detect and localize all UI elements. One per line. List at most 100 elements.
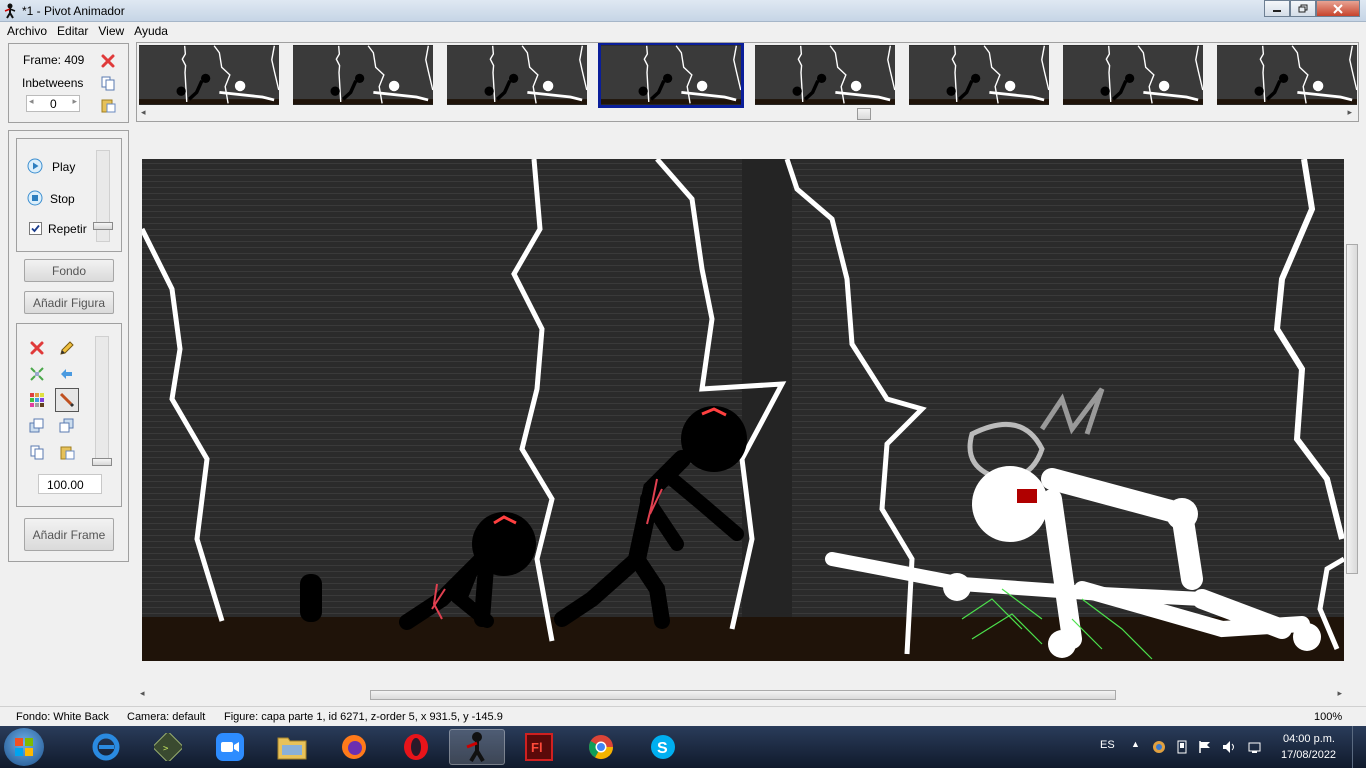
menu-archivo[interactable]: Archivo: [2, 22, 52, 41]
status-zoom: 100%: [1314, 711, 1343, 723]
edit-tool-button[interactable]: [55, 388, 79, 412]
stop-label[interactable]: Stop: [50, 192, 75, 206]
scale-slider-thumb[interactable]: [92, 458, 112, 466]
taskbar-zoom[interactable]: [202, 729, 258, 765]
taskbar-pivot[interactable]: [449, 729, 505, 765]
minimize-icon: [1273, 9, 1281, 12]
status-figure: Figure: capa parte 1, id 6271, z-order 5…: [224, 711, 503, 723]
bring-front-icon[interactable]: [29, 418, 45, 434]
tray-status-icon[interactable]: [1152, 740, 1166, 754]
figure-tools-group: 100.00: [16, 323, 122, 507]
start-button[interactable]: [4, 728, 44, 766]
play-label[interactable]: Play: [52, 160, 75, 174]
taskbar-skype[interactable]: S: [635, 729, 691, 765]
playback-group: Play Stop Repetir: [16, 138, 122, 252]
shrink-arrows-icon[interactable]: [29, 366, 45, 382]
zoom-icon: [216, 733, 244, 761]
paste-frame-icon[interactable]: [100, 97, 116, 113]
spinner-up-icon[interactable]: ▸: [72, 96, 77, 107]
checkmark-icon: [31, 224, 40, 233]
animation-stage[interactable]: [142, 159, 1344, 661]
color-grid-icon[interactable]: [29, 392, 45, 408]
scroll-right-arrow-icon[interactable]: ▸: [1347, 107, 1352, 118]
add-frame-button[interactable]: Añadir Frame: [24, 518, 114, 551]
taskbar-ie[interactable]: [78, 729, 134, 765]
copy-frame-icon[interactable]: [100, 75, 116, 91]
inbetweens-label: Inbetweens: [22, 76, 84, 90]
hscroll-right-arrow-icon[interactable]: ▸: [1337, 688, 1342, 699]
thumb-scrollbar[interactable]: ◂ ▸: [137, 107, 1358, 121]
frame-thumbnail-strip[interactable]: ◂ ▸: [136, 42, 1359, 122]
menu-editar[interactable]: Editar: [52, 22, 93, 41]
pencil-icon[interactable]: [59, 340, 75, 356]
frame-panel: Frame: 409 Inbetweens ◂ 0 ▸: [8, 43, 129, 123]
network-icon[interactable]: [1247, 740, 1263, 754]
gravestone: [300, 574, 322, 622]
firefox-icon: [342, 735, 366, 759]
delete-figure-icon[interactable]: [29, 340, 45, 356]
stop-icon[interactable]: [27, 190, 43, 206]
menu-ayuda[interactable]: Ayuda: [129, 22, 173, 41]
opera-icon: [404, 734, 428, 760]
frame-thumbnail[interactable]: [1063, 45, 1203, 105]
thumbnail-preview: [1217, 45, 1357, 105]
scale-value[interactable]: 100.00: [47, 478, 84, 492]
speed-slider-thumb[interactable]: [93, 222, 113, 230]
maximize-button[interactable]: [1290, 0, 1316, 17]
action-center-flag-icon[interactable]: [1198, 740, 1212, 754]
language-indicator[interactable]: ES: [1100, 739, 1115, 751]
taskbar-app-2[interactable]: >: [140, 729, 196, 765]
send-back-icon[interactable]: [59, 418, 75, 434]
frame-thumbnail[interactable]: [447, 45, 587, 105]
svg-text:S: S: [657, 740, 668, 757]
scale-input[interactable]: 100.00: [38, 474, 102, 494]
frame-thumbnail[interactable]: [1217, 45, 1357, 105]
delete-frame-icon[interactable]: [100, 53, 116, 69]
show-desktop-button[interactable]: [1352, 726, 1366, 768]
inbetweens-value[interactable]: 0: [50, 97, 57, 111]
fondo-button[interactable]: Fondo: [24, 259, 114, 282]
thumbnail-preview: [755, 45, 895, 105]
play-icon[interactable]: [27, 158, 43, 174]
canvas-horizontal-scrollbar[interactable]: ◂ ▸: [136, 688, 1344, 702]
inbetweens-spinner[interactable]: ◂ 0 ▸: [26, 95, 80, 112]
taskbar-firefox[interactable]: [326, 729, 382, 765]
spinner-down-icon[interactable]: ◂: [29, 96, 34, 107]
copy-figure-icon[interactable]: [29, 444, 45, 460]
flip-arrow-icon[interactable]: [59, 366, 75, 382]
taskbar-opera[interactable]: [388, 729, 444, 765]
frame-thumbnail[interactable]: [909, 45, 1049, 105]
clock-date[interactable]: 17/08/2022: [1281, 749, 1336, 761]
repeat-checkbox[interactable]: [29, 222, 42, 235]
tray-expand-icon[interactable]: ▲: [1131, 739, 1140, 749]
clock-time[interactable]: 04:00 p.m.: [1283, 733, 1335, 745]
taskbar-flash[interactable]: Fl: [511, 729, 567, 765]
taskbar-chrome[interactable]: [573, 729, 629, 765]
add-figure-button[interactable]: Añadir Figura: [24, 291, 114, 314]
frame-thumbnail[interactable]: [139, 45, 279, 105]
window-title: *1 - Pivot Animador: [22, 4, 125, 18]
menu-view[interactable]: View: [93, 22, 129, 41]
scroll-left-arrow-icon[interactable]: ◂: [141, 107, 146, 118]
canvas-vscroll-thumb[interactable]: [1346, 244, 1358, 574]
fondo-button-label: Fondo: [51, 263, 87, 278]
window-controls: [1264, 0, 1360, 18]
frame-thumbnail[interactable]: [755, 45, 895, 105]
status-bar: Fondo: White Back Camera: default Figure…: [0, 706, 1366, 726]
hscroll-left-arrow-icon[interactable]: ◂: [140, 688, 145, 699]
thumb-scroll-thumb[interactable]: [857, 108, 871, 120]
repeat-label[interactable]: Repetir: [48, 222, 87, 236]
flash-icon: Fl: [525, 733, 553, 761]
taskbar-explorer[interactable]: [264, 729, 320, 765]
volume-icon[interactable]: [1222, 740, 1238, 754]
close-window-button[interactable]: [1316, 0, 1360, 17]
paste-figure-icon[interactable]: [59, 444, 75, 460]
canvas-vertical-scrollbar[interactable]: [1345, 124, 1359, 694]
minimize-button[interactable]: [1264, 0, 1290, 17]
frame-thumbnail[interactable]: [293, 45, 433, 105]
tray-device-icon[interactable]: [1175, 740, 1189, 754]
frame-thumbnail[interactable]: [598, 43, 744, 108]
scale-slider-track[interactable]: [95, 336, 109, 466]
canvas-hscroll-thumb[interactable]: [370, 690, 1116, 700]
pivot-animator-icon: [466, 732, 485, 763]
